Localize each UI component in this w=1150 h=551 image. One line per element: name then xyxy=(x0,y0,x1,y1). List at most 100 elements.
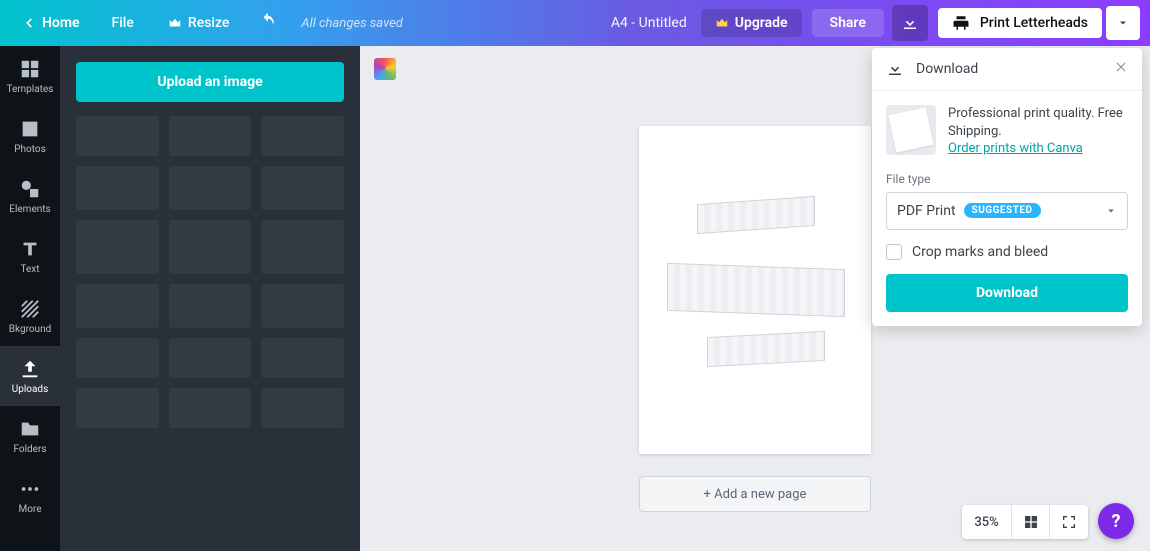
folders-icon xyxy=(19,418,41,440)
rail-uploads[interactable]: Uploads xyxy=(0,346,60,406)
uploads-panel: Upload an image xyxy=(60,46,360,551)
share-button[interactable]: Share xyxy=(812,9,884,37)
help-button[interactable]: ? xyxy=(1098,503,1134,539)
templates-icon xyxy=(19,58,41,80)
document-title[interactable]: A4 - Untitled xyxy=(611,15,687,31)
upload-thumb[interactable] xyxy=(261,116,344,156)
rail-folders[interactable]: Folders xyxy=(0,406,60,466)
color-picker-icon[interactable] xyxy=(374,58,396,80)
crop-marks-checkbox[interactable] xyxy=(886,244,902,260)
download-icon-button[interactable] xyxy=(892,5,928,41)
download-popover: Download Professional print quality. Fre… xyxy=(872,48,1142,326)
crop-marks-label: Crop marks and bleed xyxy=(912,244,1048,260)
uploads-icon xyxy=(19,358,41,380)
print-label: Print Letterheads xyxy=(980,15,1088,31)
crop-marks-row: Crop marks and bleed xyxy=(872,244,1142,274)
resize-label: Resize xyxy=(188,15,230,31)
download-button[interactable]: Download xyxy=(886,274,1128,312)
grid-view-button[interactable] xyxy=(1012,505,1050,539)
upload-thumb[interactable] xyxy=(261,284,344,328)
main-area: Templates Photos Elements Text Bkground … xyxy=(0,46,1150,551)
elements-icon xyxy=(19,178,41,200)
top-bar: Home File Resize All changes saved A4 - … xyxy=(0,0,1150,46)
fullscreen-icon xyxy=(1061,514,1077,530)
undo-button[interactable] xyxy=(249,6,287,40)
upload-thumb[interactable] xyxy=(169,166,252,210)
more-icon xyxy=(19,478,41,500)
upload-thumb[interactable] xyxy=(169,220,252,274)
rail-label: Text xyxy=(20,264,39,275)
upload-thumb[interactable] xyxy=(76,338,159,378)
canvas-page[interactable] xyxy=(639,126,871,454)
add-page-button[interactable]: + Add a new page xyxy=(639,476,871,512)
upload-thumb[interactable] xyxy=(169,388,252,428)
rail-label: Templates xyxy=(7,84,54,95)
upload-thumb[interactable] xyxy=(76,388,159,428)
crown-icon xyxy=(168,16,182,30)
order-prints-link[interactable]: Order prints with Canva xyxy=(948,141,1083,156)
file-type-value: PDF Print xyxy=(897,203,956,219)
upload-thumb[interactable] xyxy=(261,388,344,428)
print-button[interactable]: Print Letterheads xyxy=(938,8,1102,38)
home-button[interactable]: Home xyxy=(10,9,92,37)
zoom-percentage[interactable]: 35% xyxy=(962,505,1012,539)
background-icon xyxy=(19,298,41,320)
upgrade-label: Upgrade xyxy=(735,15,788,31)
undo-icon xyxy=(259,12,277,30)
upload-thumb[interactable] xyxy=(76,220,159,274)
rail-bkground[interactable]: Bkground xyxy=(0,286,60,346)
rail-text[interactable]: Text xyxy=(0,226,60,286)
fullscreen-button[interactable] xyxy=(1050,505,1088,539)
chevron-left-icon xyxy=(22,16,36,30)
printer-icon xyxy=(952,14,970,32)
promo-thumbnail xyxy=(886,105,936,155)
grid-icon xyxy=(1023,514,1039,530)
chevron-down-icon xyxy=(1117,17,1129,29)
promo-line1: Professional print quality. Free xyxy=(948,106,1123,121)
upgrade-button[interactable]: Upgrade xyxy=(701,9,802,37)
text-icon xyxy=(19,238,41,260)
rail-label: Bkground xyxy=(9,324,52,335)
rail-more[interactable]: More xyxy=(0,466,60,526)
suggested-badge: SUGGESTED xyxy=(964,203,1041,218)
download-icon xyxy=(886,60,904,78)
rail-label: Photos xyxy=(14,144,46,155)
rail-elements[interactable]: Elements xyxy=(0,166,60,226)
rail-label: Folders xyxy=(13,444,46,455)
upload-thumb[interactable] xyxy=(76,116,159,156)
upload-thumb[interactable] xyxy=(76,166,159,210)
upload-thumb[interactable] xyxy=(169,116,252,156)
upload-thumb-grid xyxy=(76,116,344,428)
upload-thumb[interactable] xyxy=(261,220,344,274)
upload-thumb[interactable] xyxy=(76,284,159,328)
crown-icon xyxy=(715,16,729,30)
close-button[interactable] xyxy=(1114,60,1128,78)
file-type-select[interactable]: PDF Print SUGGESTED xyxy=(886,192,1128,230)
zoom-controls: 35% xyxy=(962,505,1088,539)
side-rail: Templates Photos Elements Text Bkground … xyxy=(0,46,60,551)
file-type-label: File type xyxy=(886,172,1128,186)
rail-photos[interactable]: Photos xyxy=(0,106,60,166)
upload-thumb[interactable] xyxy=(261,166,344,210)
upload-image-button[interactable]: Upload an image xyxy=(76,62,344,102)
canvas-stage[interactable]: + Add a new page Download Professional p… xyxy=(360,46,1150,551)
promo-text: Professional print quality. Free Shippin… xyxy=(948,105,1128,158)
upload-thumb[interactable] xyxy=(261,338,344,378)
file-type-section: File type PDF Print SUGGESTED xyxy=(872,172,1142,244)
chevron-down-icon xyxy=(1105,205,1117,217)
resize-menu[interactable]: Resize xyxy=(154,9,244,37)
popover-title: Download xyxy=(916,61,978,77)
rail-templates[interactable]: Templates xyxy=(0,46,60,106)
promo-line2: Shipping. xyxy=(948,124,1002,139)
page-container: + Add a new page xyxy=(639,126,871,512)
file-menu[interactable]: File xyxy=(98,9,148,37)
print-promo: Professional print quality. Free Shippin… xyxy=(872,91,1142,172)
rail-label: More xyxy=(18,504,41,515)
print-dropdown[interactable] xyxy=(1106,6,1140,40)
upload-thumb[interactable] xyxy=(169,284,252,328)
home-label: Home xyxy=(42,15,80,31)
upload-thumb[interactable] xyxy=(169,338,252,378)
rail-label: Elements xyxy=(9,204,50,215)
rail-label: Uploads xyxy=(12,384,48,395)
save-status: All changes saved xyxy=(301,16,402,31)
